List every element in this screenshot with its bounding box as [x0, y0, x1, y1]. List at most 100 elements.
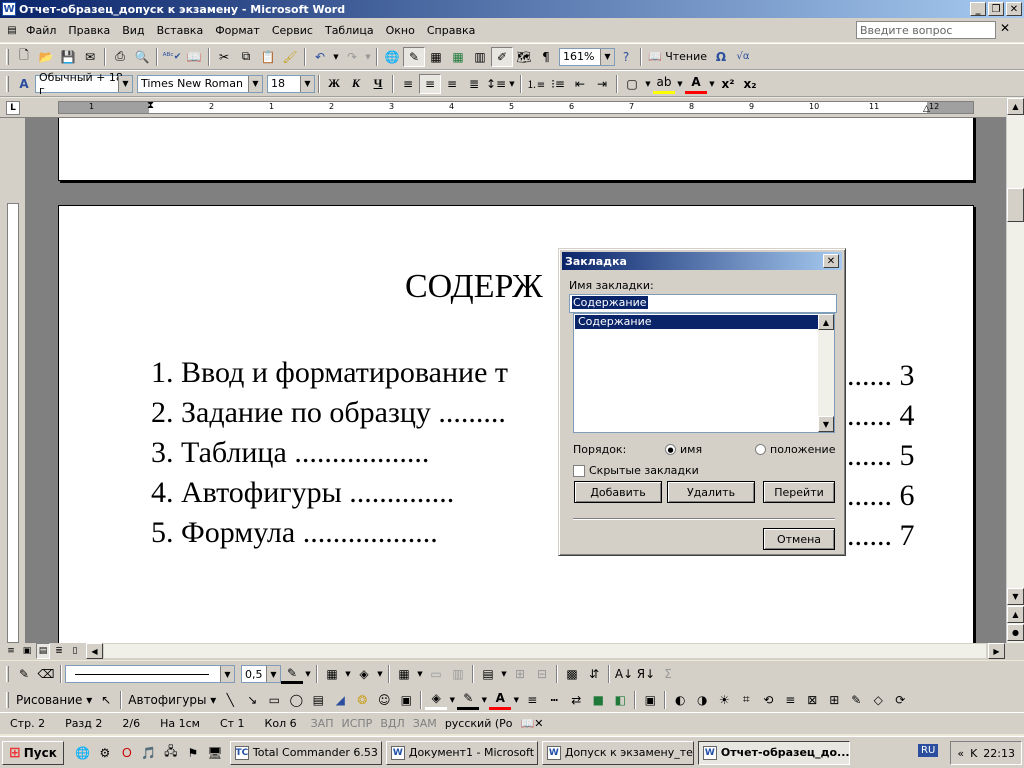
toolbar-grip[interactable] — [6, 48, 9, 65]
quicklaunch-flag-icon[interactable]: ⚑ — [182, 743, 204, 763]
zoom-dropdown-icon[interactable]: ▼ — [600, 48, 614, 65]
line-weight-dropdown-icon[interactable]: ▼ — [266, 666, 280, 682]
undo-dropdown-icon[interactable]: ▼ — [331, 47, 341, 67]
bookmark-name-input[interactable]: Содержание — [569, 294, 837, 313]
3d-style-icon[interactable]: ◧ — [609, 690, 631, 710]
crop-icon[interactable]: ⌗ — [735, 690, 757, 710]
draw-table-icon[interactable]: ✎ — [13, 664, 35, 684]
toc-entry[interactable]: 1. Ввод и форматирование т — [151, 356, 508, 396]
select-objects-icon[interactable]: ↖ — [95, 690, 117, 710]
insert-table-dropdown-icon[interactable]: ▼ — [415, 664, 425, 684]
menu-view[interactable]: Вид — [116, 24, 150, 37]
permission-icon[interactable]: ✉ — [79, 47, 101, 67]
arrow-style-icon[interactable]: ⇄ — [565, 690, 587, 710]
tray-expand-icon[interactable]: « — [957, 747, 964, 760]
bookmark-list-item[interactable]: Содержание — [575, 315, 819, 329]
ask-question-input[interactable]: Введите вопрос — [856, 21, 996, 39]
rotate-icon[interactable]: ⟲ — [757, 690, 779, 710]
add-bookmark-button[interactable]: Добавить — [574, 481, 662, 503]
wordart-icon[interactable]: ◢ — [329, 690, 351, 710]
borders-dropdown-icon[interactable]: ▼ — [643, 74, 653, 94]
start-button[interactable]: ⊞ Пуск — [2, 740, 64, 765]
paste-icon[interactable]: 📋 — [257, 47, 279, 67]
vertical-ruler[interactable] — [0, 118, 26, 643]
print-preview-icon[interactable]: 🔍 — [131, 47, 153, 67]
right-indent-marker-icon[interactable]: △ — [923, 104, 930, 114]
format-picture-icon[interactable]: ✎ — [845, 690, 867, 710]
outline-view-icon[interactable]: ≣ — [52, 643, 66, 659]
cut-icon[interactable]: ✂ — [213, 47, 235, 67]
distribute-columns-icon[interactable]: ⊟ — [531, 664, 553, 684]
decrease-indent-icon[interactable]: ⇤ — [569, 74, 591, 94]
align-right-icon[interactable]: ≡ — [441, 74, 463, 94]
insert-excel-icon[interactable]: ▦ — [447, 47, 469, 67]
bookmark-list[interactable]: Содержание ▲ ▼ — [573, 313, 835, 433]
order-by-name-radio[interactable]: ● имя — [665, 443, 702, 456]
insert-picture-icon[interactable]: ▣ — [395, 690, 417, 710]
autoshapes-menu-button[interactable]: Автофигуры ▾ — [125, 690, 219, 710]
quicklaunch-media-icon[interactable]: 🎵 — [138, 743, 160, 763]
line-style-select[interactable]: ▼ — [65, 665, 235, 683]
close-button[interactable]: ✕ — [1006, 2, 1022, 16]
numbering-icon[interactable]: ⒈≡ — [525, 74, 547, 94]
close-document-icon[interactable]: ✕ — [1000, 21, 1010, 35]
list-scroll-up-icon[interactable]: ▲ — [818, 314, 834, 330]
menu-edit[interactable]: Правка — [62, 24, 116, 37]
justify-icon[interactable]: ≣ — [463, 74, 485, 94]
status-ovr[interactable]: ЗАМ — [409, 717, 441, 730]
status-rec[interactable]: ЗАП — [307, 717, 338, 730]
task-dopusk[interactable]: W Допуск к экзамену_те... — [541, 740, 694, 765]
sort-descending-icon[interactable]: Я↓ — [635, 664, 657, 684]
insert-table-icon[interactable]: ▦ — [425, 47, 447, 67]
language-indicator[interactable]: RU — [918, 744, 939, 757]
order-by-position-radio[interactable]: положение — [755, 443, 835, 456]
print-icon[interactable]: ⎙ — [109, 47, 131, 67]
equation-icon[interactable]: √α — [732, 47, 754, 67]
scroll-thumb[interactable] — [1007, 188, 1024, 222]
menu-table[interactable]: Таблица — [319, 24, 380, 37]
spelling-icon[interactable]: ᴬᴮᶜ✔ — [161, 47, 183, 67]
line-color-dropdown-icon[interactable]: ▼ — [479, 690, 489, 710]
research-icon[interactable]: 📖 — [183, 47, 205, 67]
help-icon[interactable]: ? — [615, 47, 637, 67]
status-ext[interactable]: ВДЛ — [376, 717, 408, 730]
font-size-select[interactable]: 18 ▼ — [267, 74, 315, 93]
arrow-tool-icon[interactable]: ↘ — [241, 690, 263, 710]
line-style-dropdown-icon[interactable]: ▼ — [220, 666, 234, 682]
document-menu-icon[interactable]: ▤ — [4, 22, 20, 38]
status-trk[interactable]: ИСПР — [337, 717, 376, 730]
font-dropdown-icon[interactable]: ▼ — [248, 75, 262, 92]
toc-entry[interactable]: 5. Формула .................. — [151, 516, 508, 556]
toc-entry[interactable]: 4. Автофигуры .............. — [151, 476, 508, 516]
menu-file[interactable]: Файл — [20, 24, 62, 37]
show-hide-icon[interactable]: ¶ — [535, 47, 557, 67]
borders-icon[interactable]: ▢ — [621, 74, 643, 94]
scroll-down-icon[interactable]: ▼ — [1007, 588, 1024, 605]
document-area[interactable]: СОДЕРЖ 1. Ввод и форматирование т 2. Зад… — [26, 118, 1006, 643]
line-spacing-dropdown-icon[interactable]: ▼ — [507, 74, 517, 94]
align-cell-dropdown-icon[interactable]: ▼ — [499, 664, 509, 684]
image-control-icon[interactable]: ◐ — [669, 690, 691, 710]
restore-button[interactable]: ❐ — [988, 2, 1004, 16]
insert-picture-tb-icon[interactable]: ▣ — [639, 690, 661, 710]
print-layout-icon[interactable]: ▤ — [36, 643, 50, 659]
highlight-dropdown-icon[interactable]: ▼ — [675, 74, 685, 94]
toc-entry[interactable]: 3. Таблица .................. — [151, 436, 508, 476]
shadow-style-icon[interactable]: ■ — [587, 690, 609, 710]
toolbar-grip[interactable] — [6, 666, 9, 682]
bullets-icon[interactable]: ⁝≡ — [547, 74, 569, 94]
redo-dropdown-icon[interactable]: ▼ — [363, 47, 373, 67]
fill-color-dropdown-icon[interactable]: ▼ — [447, 690, 457, 710]
diagram-icon[interactable]: ❂ — [351, 690, 373, 710]
align-cell-icon[interactable]: ▤ — [477, 664, 499, 684]
superscript-icon[interactable]: x² — [717, 74, 739, 94]
bold-icon[interactable]: Ж — [323, 74, 345, 94]
font-size-dropdown-icon[interactable]: ▼ — [300, 75, 314, 92]
fill-color-icon[interactable]: ◈ — [425, 690, 448, 710]
format-painter-icon[interactable]: 🖌 — [279, 47, 301, 67]
open-icon[interactable]: 📂 — [35, 47, 57, 67]
outside-border-dropdown-icon[interactable]: ▼ — [343, 664, 353, 684]
cancel-button[interactable]: Отмена — [763, 528, 835, 550]
quicklaunch-opera-icon[interactable]: Ｏ — [116, 743, 138, 763]
undo-icon[interactable]: ↶ — [309, 47, 331, 67]
